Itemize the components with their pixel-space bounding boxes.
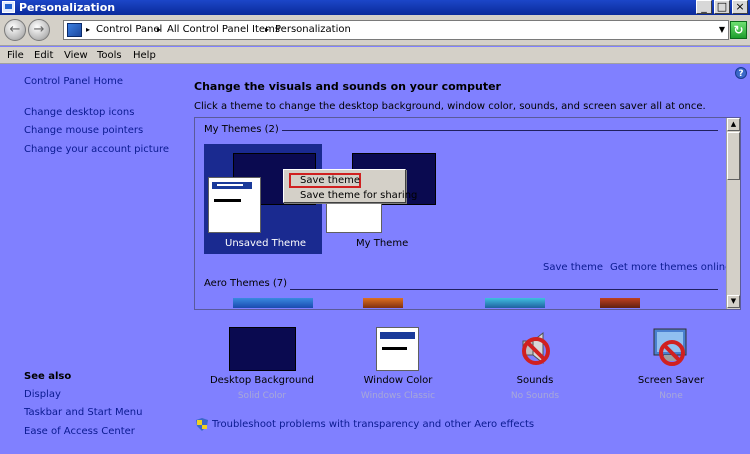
minimize-button[interactable]: _ [696,0,712,14]
aero-theme-preview[interactable] [363,298,403,308]
group-aero-themes: Aero Themes (7) [204,277,291,290]
context-menu: Save theme Save theme for sharing [283,169,417,203]
menu-save-theme-sharing[interactable]: Save theme for sharing [300,189,417,202]
sounds-icon[interactable] [515,329,559,369]
chevron-right-icon[interactable]: ▸ [265,24,269,36]
menu-view[interactable]: View [64,49,88,62]
help-icon[interactable]: ? [735,67,747,79]
screen-saver-icon[interactable] [650,327,694,371]
text-line-preview [214,199,241,202]
page-description: Click a theme to change the desktop back… [194,101,706,112]
see-also-heading: See also [24,371,72,382]
aero-theme-preview[interactable] [485,298,545,308]
menu-help[interactable]: Help [133,49,156,62]
window-color-value: Windows Classic [360,391,436,401]
theme-name: My Theme [356,238,409,249]
menu-bar: File Edit View Tools Help [0,47,750,64]
chevron-down-icon[interactable]: ▼ [719,24,725,36]
taskbar-start-menu-link[interactable]: Taskbar and Start Menu [24,406,142,419]
maximize-button[interactable]: □ [714,0,730,14]
window-title: Personalization [19,1,116,14]
theme-name: Unsaved Theme [225,238,307,249]
scroll-down-icon[interactable]: ▼ [727,295,740,308]
get-more-themes-link[interactable]: Get more themes online [610,261,731,274]
text-line-preview [382,347,407,350]
address-row: ← → ▸ Control Panel ▸ All Control Panel … [0,15,750,46]
screen-saver-value: None [659,391,683,401]
page-title: Change the visuals and sounds on your co… [194,80,501,93]
sounds-label[interactable]: Sounds [475,374,595,387]
title-bar-preview [380,332,415,339]
display-link[interactable]: Display [24,388,61,401]
breadcrumb-control-panel[interactable]: Control Panel [96,23,162,37]
desktop-background-value: Solid Color [237,391,287,401]
theme-list: My Themes (2) Unsaved Theme My Theme Sav… [194,117,741,310]
scroll-thumb[interactable] [727,132,740,180]
menu-save-theme[interactable]: Save theme [300,174,360,187]
scroll-up-icon[interactable]: ▲ [727,118,740,131]
theme-window-preview [208,177,261,233]
address-bar[interactable]: ▸ Control Panel ▸ All Control Panel Item… [63,20,729,40]
forward-button[interactable]: → [28,19,50,41]
chevron-right-icon[interactable]: ▸ [157,24,161,36]
save-theme-link[interactable]: Save theme [543,261,603,274]
breadcrumb-all-items[interactable]: All Control Panel Items [167,23,280,37]
desktop-background-icon[interactable] [229,327,296,371]
aero-theme-preview[interactable] [233,298,313,308]
change-mouse-pointers-link[interactable]: Change mouse pointers [24,124,143,137]
screen-saver-label[interactable]: Screen Saver [611,374,731,387]
title-bar-preview [212,182,252,189]
personalization-icon [2,1,15,13]
title-bar: Personalization _ □ × [0,0,750,15]
troubleshoot-link[interactable]: Troubleshoot problems with transparency … [212,418,534,431]
window-color-label[interactable]: Window Color [338,374,458,387]
control-panel-icon [67,23,82,37]
change-account-picture-link[interactable]: Change your account picture [24,143,169,156]
breadcrumb-personalization[interactable]: Personalization [275,23,351,37]
change-desktop-icons-link[interactable]: Change desktop icons [24,106,134,119]
chevron-right-icon[interactable]: ▸ [86,24,90,36]
desktop-background-label[interactable]: Desktop Background [202,374,322,387]
shield-icon [196,418,208,431]
back-button[interactable]: ← [4,19,26,41]
menu-tools[interactable]: Tools [97,49,122,62]
aero-theme-preview[interactable] [600,298,640,308]
menu-file[interactable]: File [7,49,24,62]
group-my-themes: My Themes (2) [204,123,282,136]
control-panel-home-link[interactable]: Control Panel Home [24,75,123,88]
ease-of-access-link[interactable]: Ease of Access Center [24,425,135,438]
theme-list-scrollbar[interactable]: ▲ ▼ [726,118,740,309]
menu-edit[interactable]: Edit [34,49,53,62]
window-color-icon[interactable] [376,327,419,371]
close-button[interactable]: × [732,0,748,14]
refresh-button[interactable]: ↻ [730,21,747,39]
sounds-value: No Sounds [510,391,560,401]
